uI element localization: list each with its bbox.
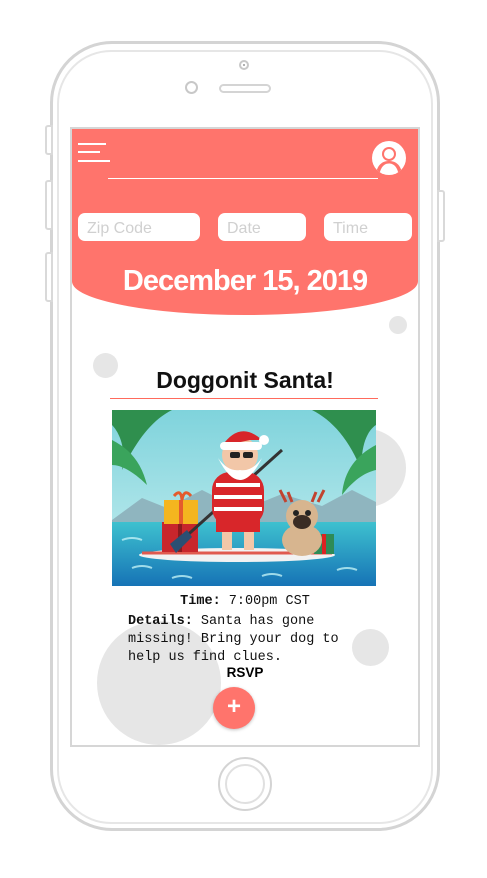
app-screen: December 15, 2019 Doggonit Santa! (70, 127, 420, 747)
date-input[interactable] (218, 213, 306, 241)
rsvp-label: RSVP (226, 665, 264, 680)
user-profile-icon[interactable] (372, 141, 406, 175)
santa-paddleboard-pug-illustration (112, 410, 376, 586)
front-camera (239, 60, 249, 70)
event-details: Details: Santa has gone missing! Bring y… (128, 613, 360, 667)
volume-down-button (45, 252, 53, 302)
proximity-sensor (185, 81, 198, 94)
header-divider (108, 178, 378, 179)
app-header: December 15, 2019 (72, 129, 418, 315)
time-label: Time: (180, 594, 221, 609)
add-rsvp-button[interactable]: + (213, 687, 255, 729)
selected-date-heading: December 15, 2019 (122, 265, 368, 297)
volume-up-button (45, 180, 53, 230)
decor-circle (389, 316, 407, 334)
time-value: 7:00pm CST (228, 594, 310, 609)
power-button (437, 190, 445, 242)
details-label: Details: (128, 614, 193, 629)
hamburger-menu-icon[interactable] (78, 143, 110, 167)
event-title: Doggonit Santa! (156, 367, 334, 393)
home-button[interactable] (218, 757, 272, 811)
earpiece-speaker (219, 84, 271, 93)
time-input[interactable] (324, 213, 412, 241)
zip-code-input[interactable] (78, 213, 200, 241)
event-time: Time: 7:00pm CST (112, 594, 378, 609)
mute-switch (45, 125, 53, 155)
event-title-underline (110, 398, 378, 399)
